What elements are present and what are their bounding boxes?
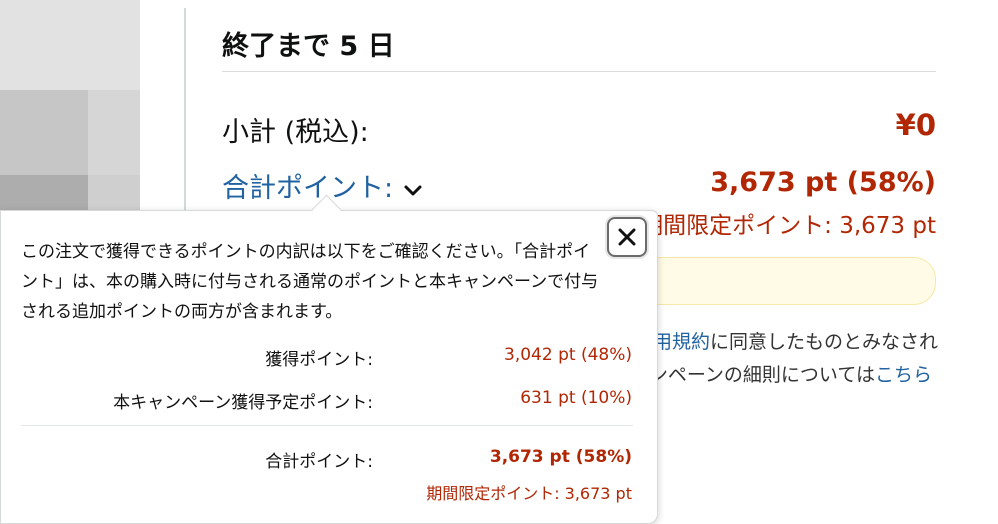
product-thumbnail[interactable] xyxy=(0,0,140,215)
campaign-points-value: 631 pt (10%) xyxy=(520,388,632,408)
campaign-details-link[interactable]: こちら xyxy=(875,364,932,386)
total-points-value: 3,673 pt (58%) xyxy=(710,167,936,198)
earned-points-label: 獲得ポイント: xyxy=(265,350,373,370)
terms-line-2: ンペーンの細則についてはこちら xyxy=(649,360,932,387)
terms-text: に同意したものとみなされ xyxy=(709,331,938,353)
chevron-down-icon xyxy=(403,174,423,205)
popover-description: この注文で獲得できるポイントの内訳は以下をご確認ください。「合計ポイント」は、本… xyxy=(21,242,599,322)
popover-limited-points: 期間限定ポイント: 3,673 pt xyxy=(426,484,632,503)
popover-total-value: 3,673 pt (58%) xyxy=(489,447,632,467)
popover-total-label: 合計ポイント: xyxy=(265,452,373,472)
campaign-points-label: 本キャンペーン獲得予定ポイント: xyxy=(113,393,373,413)
total-points-label: 合計ポイント: xyxy=(222,173,394,204)
subtotal-label: 小計 (税込): xyxy=(222,117,369,148)
points-breakdown-popover: この注文で獲得できるポイントの内訳は以下をご確認ください。「合計ポイント」は、本… xyxy=(0,210,658,524)
subtotal-value: ¥0 xyxy=(895,108,936,142)
terms-link[interactable]: 用規約 xyxy=(653,331,710,353)
divider xyxy=(222,71,936,72)
campaign-text: ンペーンの細則については xyxy=(648,364,875,386)
limited-points: 期間限定ポイント: 3,673 pt xyxy=(640,213,936,239)
earned-points-value: 3,042 pt (48%) xyxy=(504,345,632,365)
popover-divider xyxy=(21,425,633,426)
terms-line-1: 用規約に同意したものとみなされ xyxy=(653,327,938,354)
deal-days-left: 終了まで 5 日 xyxy=(222,31,395,62)
close-button[interactable] xyxy=(607,217,647,257)
